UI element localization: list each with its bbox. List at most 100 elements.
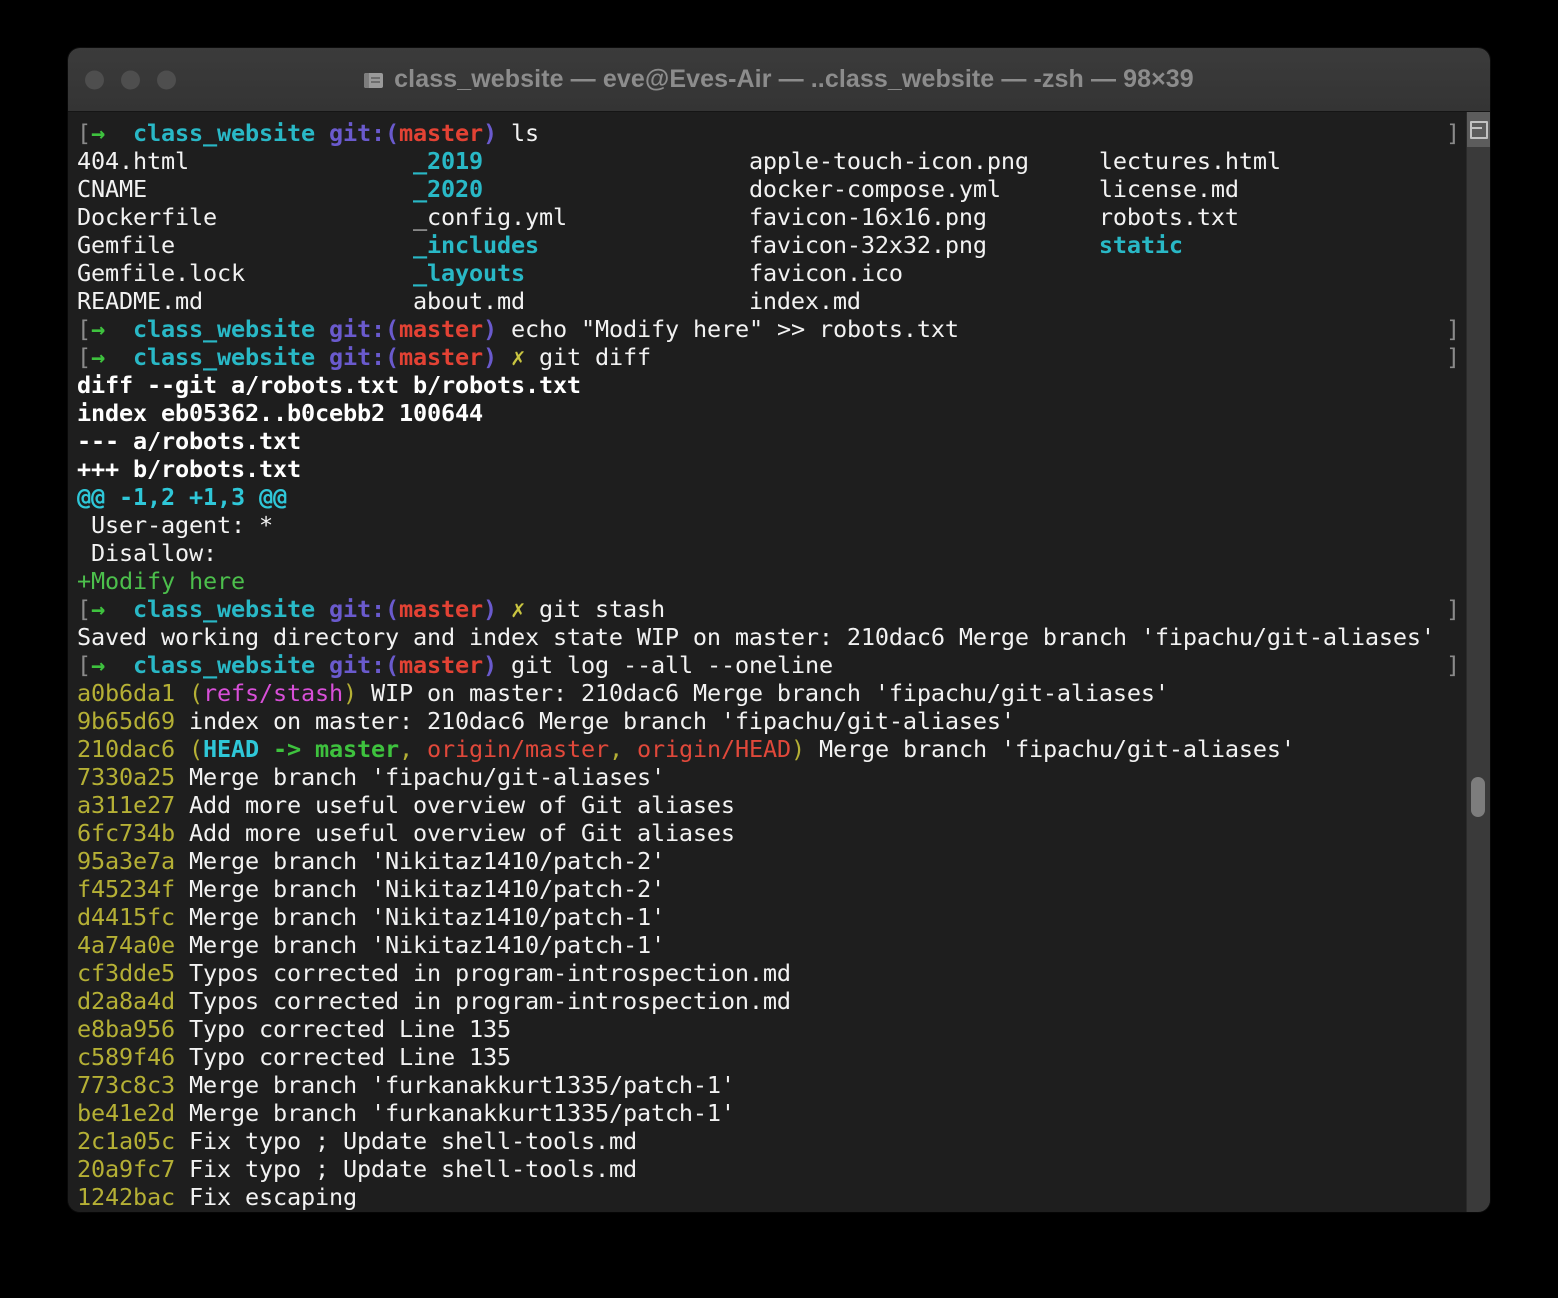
split-pane-icon[interactable] [1467,112,1490,147]
commit-subject: Typo corrected Line 135 [189,1015,511,1043]
diff-context-text: Disallow: [77,539,217,567]
terminal-window[interactable]: class_website — eve@Eves-Air — ..class_w… [68,48,1490,1212]
commit-hash: cf3dde5 [77,959,175,987]
diff-context-2: Disallow: [77,539,1466,567]
window-title-bar[interactable]: class_website — eve@Eves-Air — ..class_w… [68,48,1490,112]
terminal-screen[interactable]: [→ class_website git:(master) ls]404.htm… [68,112,1466,1212]
spacer [497,119,511,147]
zoom-button[interactable] [157,70,176,89]
prompt-arrow-icon: → [91,343,105,371]
diff-index-text: index eb05362..b0cebb2 100644 [77,399,483,427]
vertical-scrollbar[interactable] [1466,112,1490,1212]
commit-hash: 95a3e7a [77,847,175,875]
ls-entry-file: robots.txt [1099,203,1239,231]
ls-entry-file: README.md [77,287,413,315]
commit-hash: a0b6da1 [77,679,175,707]
prompt-branch: master [399,651,483,679]
prompt-right-marker: ] [1446,315,1460,343]
commit-hash: 7330a25 [77,763,175,791]
diff-old-file: --- a/robots.txt [77,427,301,455]
prompt-bracket: [ [77,119,91,147]
ls-entry-file: license.md [1099,175,1239,203]
git-log-row: 2c1a05c Fix typo ; Update shell-tools.md [77,1127,1466,1155]
diff-hunk-text: @@ -1,2 +1,3 @@ [77,483,287,511]
commit-subject: Merge branch 'furkanakkurt1335/patch-1' [189,1099,735,1127]
ls-output-row: CNAME _2020 docker-compose.yml license.m… [77,175,1466,203]
prompt-branch: master [399,119,483,147]
spacer [497,651,511,679]
commit-subject: Fix escaping [189,1183,357,1211]
commit-subject: Typo corrected Line 135 [189,1043,511,1071]
minimize-button[interactable] [121,70,140,89]
commit-subject: Add more useful overview of Git aliases [189,819,735,847]
ls-entry-file: favicon-16x16.png [749,203,1099,231]
diff-hunk-header: @@ -1,2 +1,3 @@ [77,483,1466,511]
spacer [175,931,189,959]
spacer [175,1099,189,1127]
git-log-row: 1242bac Fix escaping [77,1183,1466,1211]
ls-entry-directory: _2020 [413,175,483,203]
traffic-lights [85,70,176,89]
prompt-dirty-marker: ✗ [511,343,525,371]
git-log-row: 6fc734b Add more useful overview of Git … [77,819,1466,847]
spacer [805,735,819,763]
commit-ref: , [399,735,427,763]
window-title: class_website — eve@Eves-Air — ..class_w… [394,65,1194,94]
spacer [105,315,133,343]
commit-hash: 210dac6 [77,735,175,763]
commit-hash: e8ba956 [77,1015,175,1043]
spacer [315,119,329,147]
prompt-arrow-icon: → [91,315,105,343]
command-text: git stash [539,595,665,623]
spacer [105,595,133,623]
window-title-group: class_website — eve@Eves-Air — ..class_w… [68,65,1490,94]
commit-hash: d2a8a4d [77,987,175,1015]
prompt-arrow-icon: → [91,651,105,679]
commit-hash: 20a9fc7 [77,1155,175,1183]
spacer [315,651,329,679]
ls-entry-file: Gemfile [77,231,413,259]
prompt-line-git-stash: [→ class_website git:(master) ✗ git stas… [77,595,1466,623]
git-log-row: 773c8c3 Merge branch 'furkanakkurt1335/p… [77,1071,1466,1099]
spacer [175,791,189,819]
git-log-row: f45234f Merge branch 'Nikitaz1410/patch-… [77,875,1466,903]
prompt-line-echo: [→ class_website git:(master) echo "Modi… [77,315,1466,343]
spacer [175,819,189,847]
close-button[interactable] [85,70,104,89]
commit-hash: 4a74a0e [77,931,175,959]
spacer [497,595,511,623]
prompt-paren-close: ) [483,595,497,623]
spacer [315,595,329,623]
prompt-paren-open: ( [385,315,399,343]
git-log-row: be41e2d Merge branch 'furkanakkurt1335/p… [77,1099,1466,1127]
spacer [105,119,133,147]
commit-subject: Merge branch 'fipachu/git-aliases' [189,763,665,791]
spacer [483,147,749,175]
spacer [105,343,133,371]
diff-header-1: diff --git a/robots.txt b/robots.txt [77,371,1466,399]
commit-ref: HEAD [203,735,259,763]
scrollbar-thumb[interactable] [1471,777,1485,817]
git-log-row: 95a3e7a Merge branch 'Nikitaz1410/patch-… [77,847,1466,875]
ls-entry-file: about.md [413,287,749,315]
ls-entry-file: favicon-32x32.png [749,231,1099,259]
prompt-paren-open: ( [385,595,399,623]
commit-subject: Typos corrected in program-introspection… [189,987,791,1015]
spacer [175,903,189,931]
ls-entry-file: Gemfile.lock [77,259,413,287]
spacer [175,987,189,1015]
commit-hash: f45234f [77,875,175,903]
git-log-row: a0b6da1 (refs/stash) WIP on master: 210d… [77,679,1466,707]
spacer [315,315,329,343]
spacer [105,651,133,679]
diff-context-1: User-agent: * [77,511,1466,539]
commit-subject: Merge branch 'Nikitaz1410/patch-1' [189,903,665,931]
commit-ref: ) [791,735,805,763]
diff-plus-file: +++ b/robots.txt [77,455,1466,483]
spacer [525,259,749,287]
commit-subject: Merge branch 'Nikitaz1410/patch-2' [189,847,665,875]
ls-output-row: 404.html _2019 apple-touch-icon.png lect… [77,147,1466,175]
git-log-row: a311e27 Add more useful overview of Git … [77,791,1466,819]
prompt-directory: class_website [133,651,315,679]
commit-subject: Fix typo ; Update shell-tools.md [189,1155,637,1183]
